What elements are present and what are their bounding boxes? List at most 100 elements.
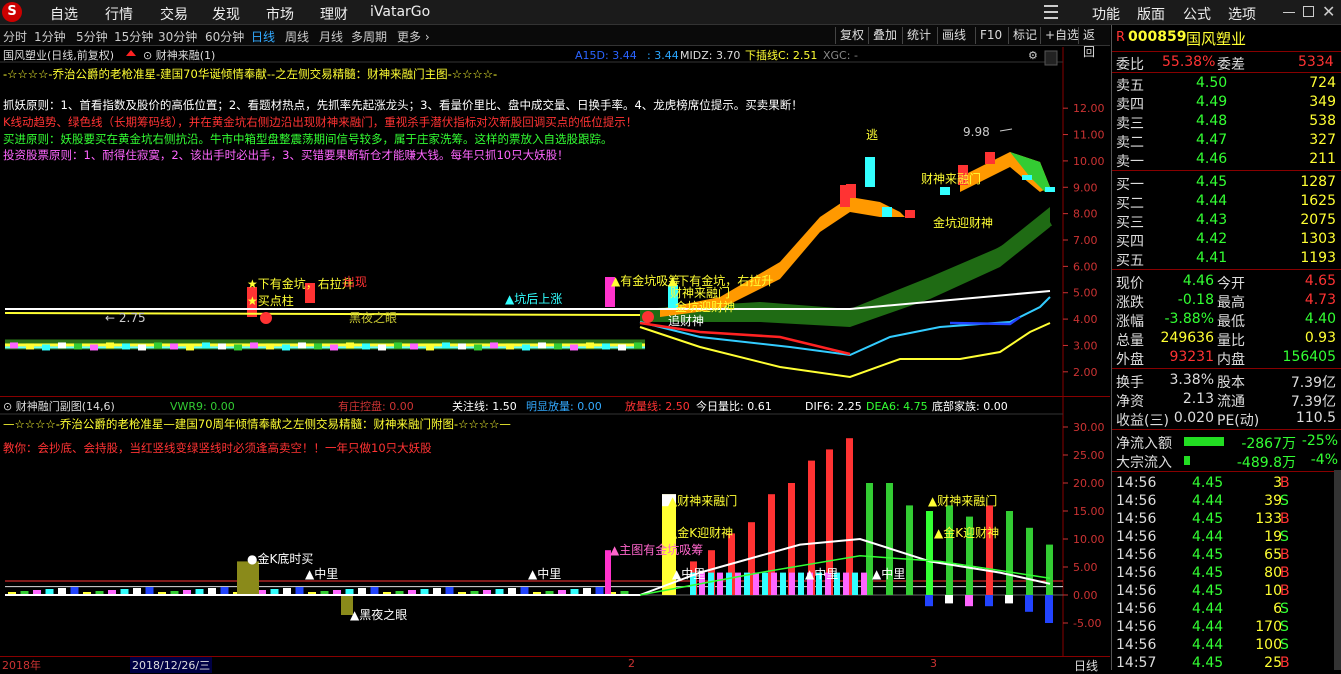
menu-item-right[interactable]: 功能 [1092,4,1120,24]
stat-value: 249636 [1160,330,1214,346]
chart-annotation: ← 2.75 [105,311,146,325]
toolbar-button[interactable]: 标记 [1008,27,1041,44]
tick-price: 4.44 [1192,601,1224,617]
toolbar-button[interactable]: 复权 [835,27,868,44]
kline-bar [378,344,386,351]
toolbar-button[interactable]: 统计 [902,27,935,44]
menu-item[interactable]: 自选 [50,4,78,24]
kline-bar [346,342,354,349]
menu-item[interactable]: 理财 [320,4,348,24]
menu-item-right[interactable]: 版面 [1137,4,1165,24]
toolbar-button[interactable]: F10 [975,27,1006,44]
tick-side: B [1280,475,1290,491]
y-tick-label: 11.00 [1073,129,1105,142]
level-price: 4.46 [1196,151,1228,167]
period-tab[interactable]: 日线 [251,28,275,45]
toolbar-button[interactable]: 返回 [1078,27,1110,59]
stat-label: 流通 [1217,394,1245,410]
kline-bar [26,343,34,350]
y-tick-label: 5.00 [1073,287,1098,300]
period-tab[interactable]: 更多 › [397,28,430,45]
tick-price: 4.45 [1192,655,1224,671]
sub-chart-svg[interactable]: 30.00 25.00 20.00 15.00 10.00 5.00 0.00 -5.00 ⊙ … [0,397,1110,657]
level-volume: 1303 [1300,231,1336,247]
volume-bar [358,588,366,595]
menu-item[interactable]: 交易 [160,4,188,24]
y-tick-label: 30.00 [1073,421,1105,434]
weibi-label: 委比 [1116,57,1144,73]
kline-bar [362,343,370,350]
toolbar-button[interactable]: 画线 [937,27,970,44]
tick-side: S [1280,529,1289,545]
kline-bar [538,342,546,349]
period-tab[interactable]: 60分钟 [205,28,244,45]
level-label: 卖三 [1116,116,1144,132]
kline-bar [42,344,50,351]
volume-bar [926,511,933,595]
settings-icon: ⚙ [1028,49,1038,62]
chart-annotation: 财神来融门 [670,285,730,300]
period-tag[interactable]: 日线 [1074,657,1098,674]
level-price: 4.43 [1196,212,1228,228]
period-tab[interactable]: 分时 [3,28,27,45]
volume-bar [295,587,304,595]
menu-item[interactable]: 行情 [105,4,133,24]
sub-chart-panel[interactable]: 30.00 25.00 20.00 15.00 10.00 5.00 0.00 -5.00 ⊙ … [0,396,1110,657]
menu-item[interactable]: 市场 [266,4,294,24]
toolbar-button[interactable]: 叠加 [868,27,901,44]
indicator-value: MIDZ: 3.70 [680,49,740,62]
period-tab[interactable]: 周线 [285,28,309,45]
tick-time: 14:56 [1116,511,1157,527]
volume-bar [583,588,591,595]
close-icon[interactable]: ✕ [1322,2,1335,21]
menu-item-right[interactable]: 公式 [1183,4,1211,24]
flow-row: 净流入额 -2867万 -25% [1112,432,1341,452]
divider [1112,368,1341,369]
main-chart-panel[interactable]: 12.00 11.00 10.00 9.00 8.00 7.00 6.00 5.00 4.00 3… [0,47,1110,396]
candle [846,184,856,198]
toolbar-button[interactable]: +自选 [1040,27,1083,44]
period-tab[interactable]: 30分钟 [158,28,197,45]
stock-name: 国风塑业 [1186,30,1247,48]
level-label: 卖四 [1116,97,1144,113]
app-logo-icon[interactable]: S [2,2,22,22]
period-tab[interactable]: 多周期 [351,28,387,45]
chart-annotation: 黑夜之眼 [349,310,397,325]
volume-bar [445,587,454,595]
tick-row: 14:56 4.44 19 S [1112,528,1341,547]
tick-time: 14:56 [1116,565,1157,581]
volume-bar [370,587,379,595]
line-blue [949,315,1021,326]
volume-bar [508,588,516,595]
level-volume: 211 [1309,151,1336,167]
stat-value: 110.5 [1295,410,1336,426]
kline-bar [522,344,530,351]
bottom-family-bar [237,561,259,595]
minimize-icon[interactable] [1283,12,1295,13]
period-tab[interactable]: 月线 [319,28,343,45]
period-tab[interactable]: 1分钟 [34,28,66,45]
scrollbar[interactable] [1334,470,1341,670]
level-price: 4.41 [1196,250,1228,266]
sell-level-row: 卖三 4.48 538 [1112,112,1341,132]
indicator-value: XGC: - [823,49,858,62]
tick-row: 14:56 4.45 133 B [1112,510,1341,529]
stat-value: 3.38% [1169,372,1214,388]
y-tick-label: 4.00 [1073,313,1098,326]
menu-item[interactable]: 发现 [212,4,240,24]
menu-toggle-icon[interactable] [1044,5,1058,19]
maximize-icon[interactable] [1303,6,1314,17]
chart-annotation: 金坑迎财神 [675,299,735,314]
period-tab[interactable]: 5分钟 [76,28,108,45]
stat-label: 量比 [1217,333,1245,349]
menu-item-right[interactable]: 选项 [1228,4,1256,24]
date-cursor-label: 2018/12/26/三 [130,657,213,673]
flow-bar [1184,456,1191,465]
main-chart-svg[interactable]: 12.00 11.00 10.00 9.00 8.00 7.00 6.00 5.00 4.00 3… [0,47,1110,396]
sub-indicator-value: DIF6: 2.25 [805,400,862,413]
menu-item[interactable]: iVatarGo [370,4,430,20]
negative-bar [925,595,933,607]
chart-annotation: 金坑迎财神 [933,215,993,230]
kline-bar [250,342,258,349]
period-tab[interactable]: 15分钟 [114,28,153,45]
